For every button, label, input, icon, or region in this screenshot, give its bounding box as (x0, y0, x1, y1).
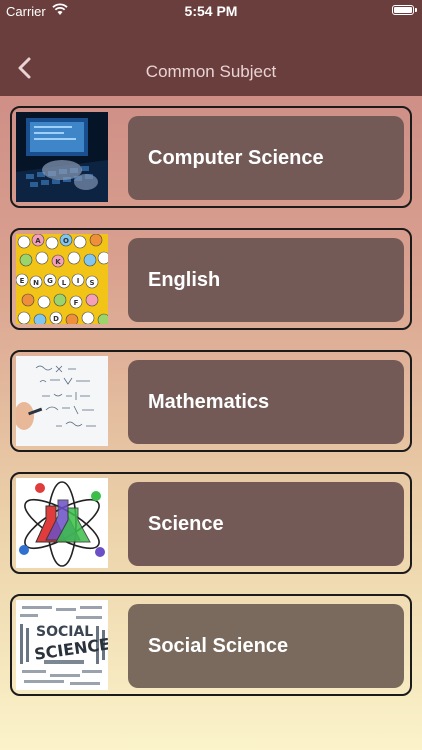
subject-card-mathematics[interactable]: Mathematics (10, 350, 412, 452)
subject-label: Science (148, 513, 224, 535)
subject-label: Social Science (148, 635, 289, 657)
svg-text:S: S (89, 279, 94, 287)
svg-text:K: K (55, 258, 61, 266)
svg-text:F: F (74, 299, 79, 307)
battery-icon (392, 5, 417, 15)
subject-card-computer-science[interactable]: Computer Science (10, 106, 412, 208)
navigation-bar: Common Subject (0, 22, 422, 96)
subject-label: Mathematics (148, 391, 270, 413)
svg-text:D: D (53, 315, 59, 323)
svg-text:N: N (33, 279, 39, 287)
subject-label: English (148, 269, 221, 291)
subject-label-box[interactable]: Social Science (128, 604, 404, 688)
clock: 5:54 PM (184, 3, 238, 19)
computer-keyboard-image (16, 112, 108, 202)
subject-label-box[interactable]: Computer Science (128, 116, 404, 200)
svg-text:A: A (35, 237, 41, 245)
subject-card-social-science[interactable]: SOCIAL SCIENCE Social Science (10, 594, 412, 696)
page-title: Common Subject (145, 62, 277, 81)
svg-text:G: G (47, 277, 53, 285)
svg-text:L: L (62, 279, 67, 287)
subject-card-english[interactable]: ENG L I S A O K F D English (10, 228, 412, 330)
status-bar: Carrier 5:54 PM (0, 0, 422, 22)
subject-label: Computer Science (148, 147, 324, 169)
subject-label-box[interactable]: English (128, 238, 404, 322)
svg-text:E: E (20, 277, 25, 285)
word-cloud-image: SOCIAL SCIENCE (16, 600, 108, 690)
subject-label-box[interactable]: Mathematics (128, 360, 404, 444)
atom-flasks-image (16, 478, 108, 568)
subject-label-box[interactable]: Science (128, 482, 404, 566)
letter-beads-image: ENG L I S A O K F D (16, 234, 108, 324)
subject-card-science[interactable]: Science (10, 472, 412, 574)
whiteboard-equations-image (16, 356, 108, 446)
svg-text:O: O (63, 237, 69, 245)
svg-text:I: I (77, 277, 80, 285)
